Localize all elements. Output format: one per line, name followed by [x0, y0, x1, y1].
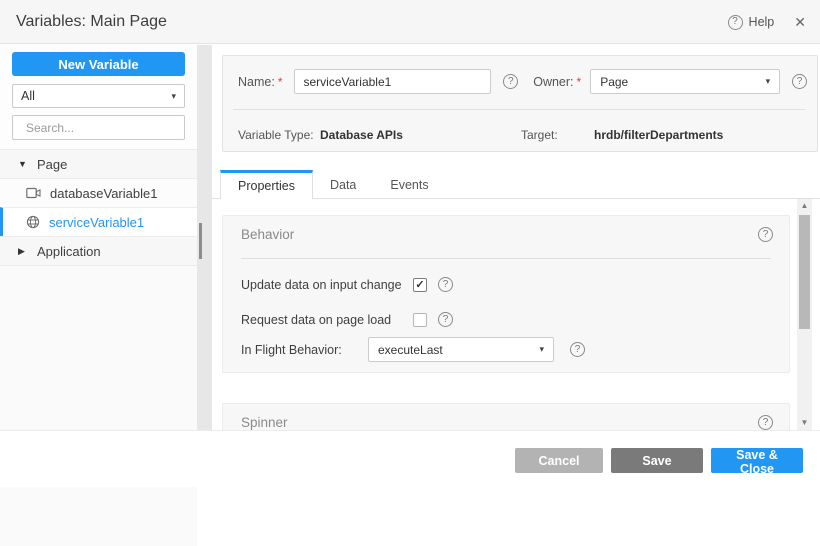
spinner-section-title: Spinner [241, 415, 288, 430]
owner-help-icon[interactable]: ? [792, 74, 807, 89]
in-flight-behavior-value: executeLast [378, 343, 443, 357]
page-title: Variables: Main Page [16, 0, 167, 44]
variable-tree: ▼ Page databaseVariable1 service [0, 149, 197, 430]
name-field[interactable] [294, 69, 492, 94]
variable-detail-panel: Name: * ? Owner: * Page ▾ ? Variable Typ… [212, 45, 820, 430]
tree-empty-area [0, 265, 197, 546]
detail-tabbar: Properties Data Events [212, 170, 820, 199]
tree-item-serviceVariable1[interactable]: serviceVariable1 [0, 207, 197, 236]
behavior-help-icon[interactable]: ? [758, 227, 773, 242]
properties-scroll-area: Behavior ? Update data on input change ✓… [212, 199, 797, 430]
tree-group-label: Application [37, 244, 101, 259]
required-marker: * [278, 75, 283, 89]
chevron-down-icon: ▾ [766, 76, 771, 87]
dialog-header: Variables: Main Page ? Help ✕ [0, 0, 820, 44]
search-input[interactable] [26, 121, 181, 135]
in-flight-behavior-label: In Flight Behavior: [241, 343, 368, 357]
name-label: Name: [238, 75, 275, 89]
database-variable-icon [26, 187, 41, 199]
variable-type-value: Database APIs [320, 128, 403, 142]
panel-divider [197, 45, 212, 430]
owner-select-value: Page [600, 75, 628, 89]
tree-item-databaseVariable1[interactable]: databaseVariable1 [0, 178, 197, 207]
update-data-on-input-change-checkbox[interactable]: ✓ [413, 278, 427, 292]
owner-select[interactable]: Page ▾ [590, 69, 780, 94]
tree-group-page[interactable]: ▼ Page [0, 149, 197, 178]
update-data-on-input-change-label: Update data on input change [241, 278, 413, 292]
tree-group-application[interactable]: ▶ Application [0, 236, 197, 265]
in-flight-behavior-help-icon[interactable]: ? [570, 342, 585, 357]
request-data-on-page-load-label: Request data on page load [241, 313, 413, 327]
request-data-help-icon[interactable]: ? [438, 312, 453, 327]
save-button[interactable]: Save [611, 448, 703, 473]
required-marker: * [577, 75, 582, 89]
target-label: Target: [521, 128, 558, 142]
properties-scrollbar[interactable]: ▲ ▼ [797, 199, 812, 430]
help-link[interactable]: Help [749, 15, 775, 29]
close-icon[interactable]: ✕ [794, 14, 806, 31]
tab-events[interactable]: Events [373, 170, 445, 199]
form-divider [233, 109, 805, 110]
section-divider [241, 258, 771, 259]
name-help-icon[interactable]: ? [503, 74, 518, 89]
dialog-footer: Cancel Save Save & Close [0, 430, 820, 487]
scrollbar-thumb[interactable] [799, 215, 810, 329]
in-flight-behavior-select[interactable]: executeLast ▾ [368, 337, 554, 362]
update-data-help-icon[interactable]: ? [438, 277, 453, 292]
spinner-help-icon[interactable]: ? [758, 415, 773, 430]
caret-right-icon[interactable]: ▶ [18, 246, 28, 257]
tree-item-label: serviceVariable1 [49, 215, 144, 230]
help-icon[interactable]: ? [728, 15, 743, 30]
variable-filter-select[interactable]: All ▾ [12, 84, 185, 108]
tree-item-label: databaseVariable1 [50, 186, 157, 201]
service-variable-icon [26, 215, 40, 229]
variable-search[interactable] [12, 115, 185, 140]
tab-properties[interactable]: Properties [220, 170, 313, 199]
scroll-up-icon[interactable]: ▲ [797, 199, 812, 213]
tree-group-label: Page [37, 157, 67, 172]
variable-type-label: Variable Type: [238, 128, 314, 142]
variable-filter-value: All [21, 89, 35, 103]
save-and-close-button[interactable]: Save & Close [711, 448, 803, 473]
tab-data[interactable]: Data [313, 170, 373, 199]
new-variable-button[interactable]: New Variable [12, 52, 185, 76]
behavior-section-title: Behavior [241, 227, 294, 242]
scroll-down-icon[interactable]: ▼ [797, 416, 812, 430]
caret-down-icon[interactable]: ▼ [18, 159, 28, 169]
behavior-section: Behavior ? Update data on input change ✓… [222, 215, 790, 373]
chevron-down-icon: ▾ [539, 344, 544, 355]
sidebar-scrollbar-thumb[interactable] [199, 223, 202, 259]
variables-sidebar: New Variable All ▾ ▼ Page databaseVariab… [0, 45, 197, 430]
variable-summary-form: Name: * ? Owner: * Page ▾ ? Variable Typ… [222, 55, 818, 152]
cancel-button[interactable]: Cancel [515, 448, 603, 473]
target-value: hrdb/filterDepartments [594, 128, 723, 142]
owner-label: Owner: [533, 75, 573, 89]
request-data-on-page-load-checkbox[interactable] [413, 313, 427, 327]
chevron-down-icon: ▾ [171, 91, 176, 102]
